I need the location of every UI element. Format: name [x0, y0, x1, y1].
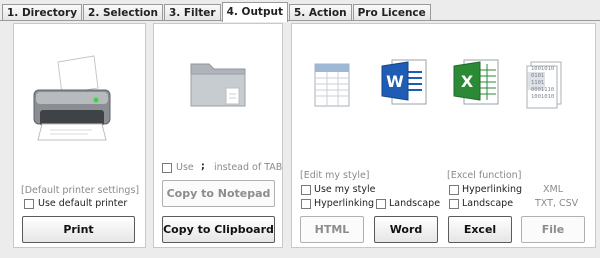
tab-filter[interactable]: 3. Filter: [163, 4, 221, 21]
instead-of-tab-label: instead of TAB: [214, 162, 283, 173]
binary-line: 0101: [531, 73, 545, 79]
copy-to-clipboard-button[interactable]: Copy to Clipboard: [162, 216, 275, 243]
excel-hyperlinking-checkbox[interactable]: [449, 185, 459, 195]
tab-action[interactable]: 5. Action: [288, 4, 352, 21]
separator-symbol[interactable]: ;: [201, 161, 205, 172]
binary-file-icon: 1001010 0101 1101 0001110 1001010: [521, 58, 569, 110]
word-landscape-checkbox[interactable]: [376, 199, 386, 209]
copy-to-notepad-button[interactable]: Copy to Notepad: [162, 180, 275, 207]
word-landscape-label: Landscape: [389, 198, 441, 209]
html-table-icon: [314, 63, 350, 107]
use-label: Use: [176, 162, 194, 173]
svg-text:X: X: [461, 72, 474, 91]
file-button[interactable]: File: [521, 216, 585, 243]
html-button[interactable]: HTML: [300, 216, 364, 243]
tab-directory[interactable]: 1. Directory: [2, 4, 83, 21]
svg-text:W: W: [386, 72, 404, 91]
excel-button[interactable]: Excel: [448, 216, 512, 243]
word-icon: W: [381, 59, 427, 105]
printer-icon: [33, 55, 111, 141]
binary-line: 0001110: [531, 87, 555, 93]
html-hyperlinking-label: Hyperlinking: [314, 198, 375, 209]
use-default-printer-checkbox[interactable]: [24, 199, 34, 209]
printer-settings-hint: [Default printer settings]: [21, 185, 140, 196]
tab-bar: 1. Directory 2. Selection 3. Filter 4. O…: [2, 2, 432, 22]
xml-label: XML: [543, 184, 563, 195]
excel-landscape-checkbox[interactable]: [449, 199, 459, 209]
export-panel: W X 1001010 0101 1101 0001110 1001010 [E…: [291, 23, 596, 248]
use-default-printer-label: Use default printer: [38, 198, 128, 209]
edit-my-style-hint: [Edit my style]: [300, 170, 370, 181]
tab-output[interactable]: 4. Output: [221, 2, 288, 22]
folder-icon: [190, 63, 246, 107]
word-button[interactable]: Word: [374, 216, 438, 243]
binary-line: 1001010: [531, 66, 555, 72]
print-panel: [Default printer settings] Use default p…: [13, 23, 146, 248]
use-my-style-label: Use my style: [314, 184, 376, 195]
tab-selection[interactable]: 2. Selection: [83, 4, 163, 21]
binary-line: 1001010: [531, 94, 555, 100]
use-separator-checkbox[interactable]: [162, 163, 172, 173]
copy-panel: Use ; instead of TAB Copy to Notepad Cop…: [153, 23, 283, 248]
print-button[interactable]: Print: [22, 216, 135, 243]
excel-landscape-label: Landscape: [462, 198, 514, 209]
excel-icon: X: [453, 59, 499, 105]
txt-csv-label: TXT, CSV: [535, 198, 579, 209]
excel-hyperlinking-label: Hyperlinking: [462, 184, 523, 195]
tab-pro-licence[interactable]: Pro Licence: [352, 4, 431, 21]
binary-line: 1101: [531, 80, 545, 86]
use-my-style-checkbox[interactable]: [301, 185, 311, 195]
html-hyperlinking-checkbox[interactable]: [301, 199, 311, 209]
excel-function-hint: [Excel function]: [447, 170, 522, 181]
tab-divider: [0, 20, 600, 21]
